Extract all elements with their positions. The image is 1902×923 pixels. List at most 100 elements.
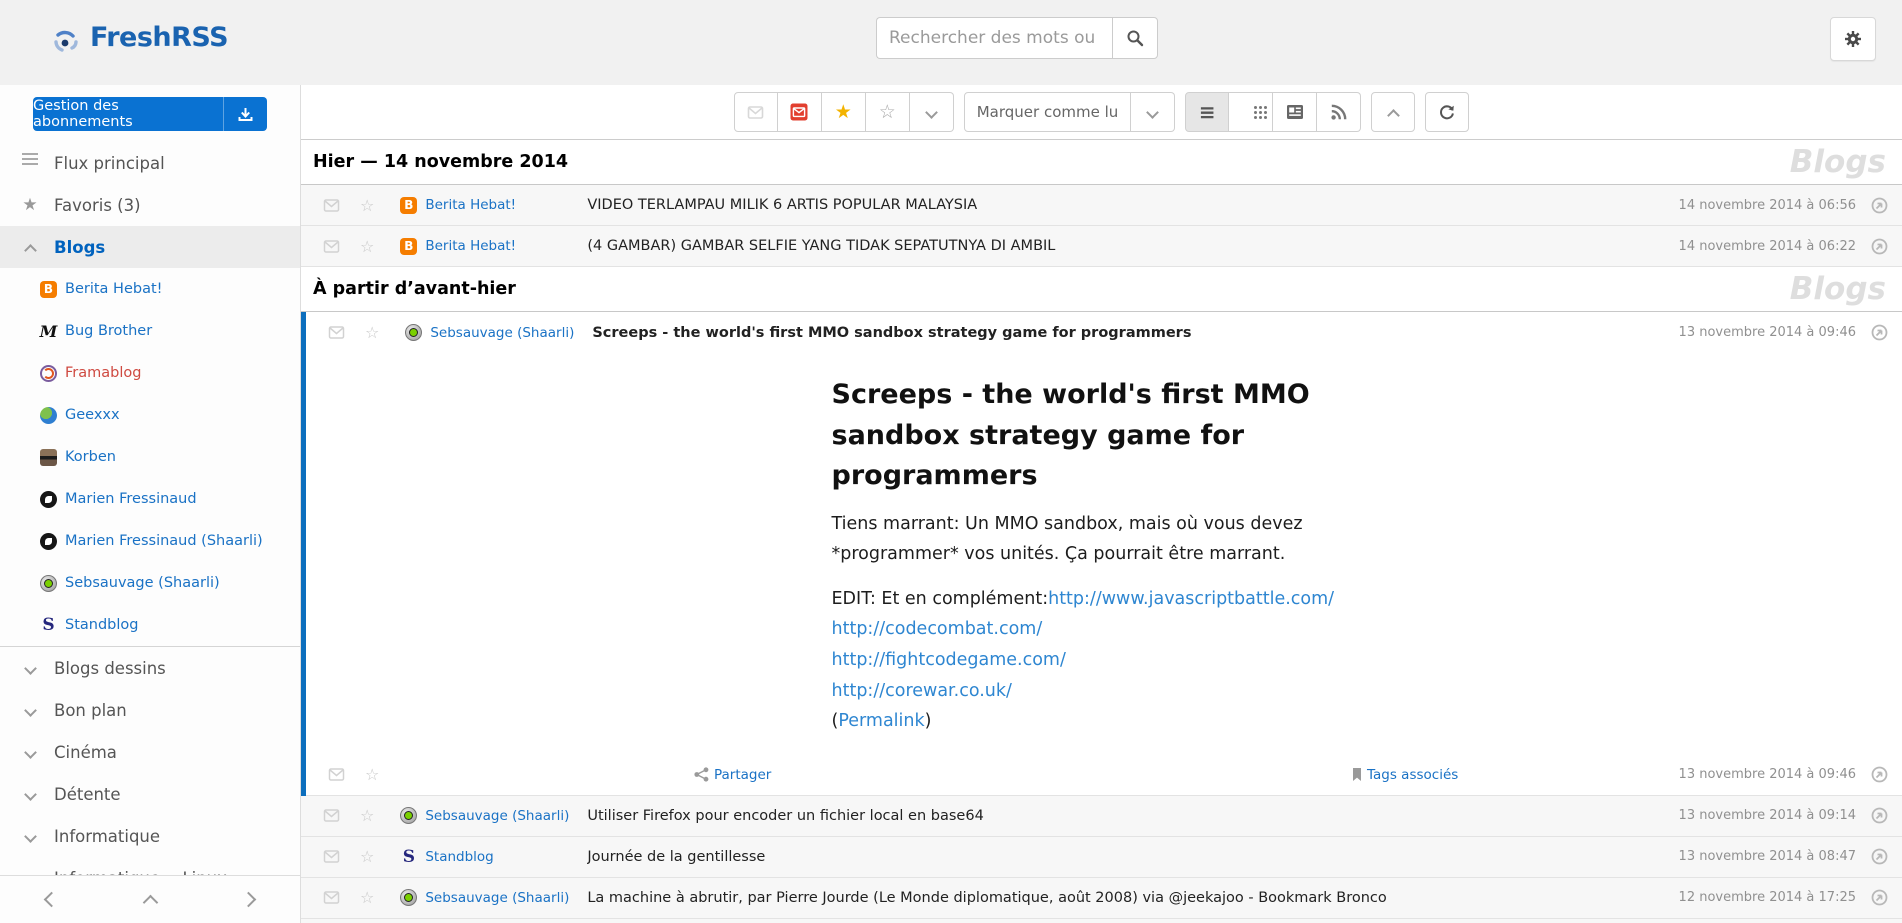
- app-logo[interactable]: FreshRSS: [52, 22, 228, 53]
- sidebar-item-favoris[interactable]: ★ Favoris (3): [0, 184, 300, 226]
- favorite-star-icon[interactable]: ☆: [360, 237, 374, 256]
- chevron-down-icon: [20, 832, 40, 841]
- pager-previous-icon[interactable]: [44, 892, 60, 908]
- feed-name-link[interactable]: Sebsauvage (Shaarli): [430, 325, 592, 341]
- sidebar-feed-item[interactable]: Berita Hebat!: [0, 268, 300, 310]
- feed-link[interactable]: Geexxx: [65, 407, 120, 423]
- original-link-icon[interactable]: [1871, 324, 1888, 341]
- article-link[interactable]: http://codecombat.com/: [832, 614, 1377, 645]
- sidebar-category-item[interactable]: Informatique: [0, 815, 300, 857]
- pager-next-icon[interactable]: [241, 892, 257, 908]
- feed-link[interactable]: Framablog: [65, 365, 141, 381]
- entry-row[interactable]: ☆ Standblog 10 ans de Firefox 12 novembr…: [301, 919, 1902, 923]
- sidebar-feed-item[interactable]: Marien Fressinaud (Shaarli): [0, 520, 300, 562]
- grid-view-icon: [1254, 106, 1257, 109]
- scroll-top-button[interactable]: [1371, 92, 1415, 132]
- tags-button[interactable]: Tags associés: [1351, 767, 1458, 783]
- read-status-icon[interactable]: [323, 239, 340, 254]
- search-input[interactable]: [876, 17, 1112, 59]
- article-link[interactable]: http://corewar.co.uk/: [832, 676, 1377, 707]
- share-button[interactable]: Partager: [694, 767, 771, 783]
- original-link-icon[interactable]: [1871, 766, 1888, 783]
- feed-link[interactable]: Marien Fressinaud (Shaarli): [65, 533, 263, 549]
- original-link-icon[interactable]: [1871, 807, 1888, 824]
- feed-link[interactable]: Sebsauvage (Shaarli): [65, 575, 220, 591]
- feed-name-link[interactable]: Berita Hebat!: [425, 197, 587, 213]
- original-link-icon[interactable]: [1871, 848, 1888, 865]
- sidebar-category-item[interactable]: Blogs dessins: [0, 647, 300, 689]
- refresh-button[interactable]: [1425, 92, 1469, 132]
- article-content: Screeps - the world's first MMO sandbox …: [306, 353, 1902, 755]
- feed-link[interactable]: Bug Brother: [65, 323, 152, 339]
- filter-not-favorite-button[interactable]: ☆: [866, 92, 910, 132]
- sidebar-feed-item[interactable]: Standblog: [0, 604, 300, 646]
- filter-favorites-button[interactable]: ★: [822, 92, 866, 132]
- original-link-icon[interactable]: [1871, 197, 1888, 214]
- import-export-icon[interactable]: [223, 97, 267, 131]
- tag-icon: [1351, 767, 1363, 782]
- sidebar-feed-item[interactable]: Geexxx: [0, 394, 300, 436]
- sidebar-category-item[interactable]: Cinéma: [0, 731, 300, 773]
- entry-row[interactable]: ☆ Sebsauvage (Shaarli) La machine à abru…: [301, 878, 1902, 919]
- feed-link[interactable]: Berita Hebat!: [65, 281, 162, 297]
- read-status-icon[interactable]: [323, 198, 340, 213]
- sidebar-feed-item[interactable]: Sebsauvage (Shaarli): [0, 562, 300, 604]
- read-status-icon[interactable]: [328, 325, 345, 340]
- feed-name-link[interactable]: Berita Hebat!: [425, 238, 587, 254]
- article-link[interactable]: http://fightcodegame.com/: [832, 645, 1377, 676]
- chevron-down-icon: [20, 790, 40, 799]
- sidebar-category-item[interactable]: Bon plan: [0, 689, 300, 731]
- search-button[interactable]: [1112, 17, 1158, 59]
- sidebar-category-blogs[interactable]: Blogs: [0, 226, 300, 268]
- favorite-star-icon[interactable]: ☆: [360, 847, 374, 866]
- read-status-icon[interactable]: [328, 767, 345, 782]
- view-rss-button[interactable]: [1317, 92, 1361, 132]
- chevron-down-icon: [20, 706, 40, 715]
- sidebar-item-label: Blogs: [54, 238, 105, 257]
- article-link[interactable]: http://www.javascriptbattle.com/: [1048, 589, 1334, 609]
- sidebar-feed-item[interactable]: Marien Fressinaud: [0, 478, 300, 520]
- favorite-star-icon[interactable]: ☆: [360, 196, 374, 215]
- sidebar-category-item[interactable]: Détente: [0, 773, 300, 815]
- view-reader-button[interactable]: [1273, 92, 1317, 132]
- pager-top-icon[interactable]: [142, 895, 158, 911]
- entry-date: 13 novembre 2014 à 09:14: [1679, 808, 1856, 823]
- mark-as-read-button[interactable]: Marquer comme lu: [964, 92, 1132, 132]
- feed-link[interactable]: Korben: [65, 449, 116, 465]
- filter-unread-button[interactable]: [778, 92, 822, 132]
- entry-row[interactable]: ☆ Standblog Journée de la gentillesse 13…: [301, 837, 1902, 878]
- feed-name-link[interactable]: Sebsauvage (Shaarli): [425, 808, 587, 824]
- feed-link[interactable]: Standblog: [65, 617, 138, 633]
- filter-dropdown-button[interactable]: [910, 92, 954, 132]
- entry-row-expanded[interactable]: ☆ Sebsauvage (Shaarli) Screeps - the wor…: [306, 312, 1902, 353]
- favorite-star-icon[interactable]: ☆: [360, 888, 374, 907]
- entry-row[interactable]: ☆ Berita Hebat! (4 GAMBAR) GAMBAR SELFIE…: [301, 226, 1902, 267]
- favorite-star-icon[interactable]: ☆: [360, 806, 374, 825]
- sidebar-feed-item[interactable]: Framablog: [0, 352, 300, 394]
- feed-favicon: [400, 807, 417, 824]
- mark-read-dropdown-button[interactable]: [1131, 92, 1175, 132]
- category-label: Détente: [54, 785, 121, 804]
- read-status-icon[interactable]: [323, 849, 340, 864]
- view-list-button[interactable]: ≡: [1185, 92, 1229, 132]
- favorite-star-icon[interactable]: ☆: [365, 765, 379, 784]
- entry-row[interactable]: ☆ Sebsauvage (Shaarli) Utiliser Firefox …: [301, 796, 1902, 837]
- sidebar-item-flux-principal[interactable]: Flux principal: [0, 142, 300, 184]
- sidebar-feed-item[interactable]: Bug Brother: [0, 310, 300, 352]
- read-status-icon[interactable]: [323, 808, 340, 823]
- original-link-icon[interactable]: [1871, 238, 1888, 255]
- feed-name-link[interactable]: Sebsauvage (Shaarli): [425, 890, 587, 906]
- feed-link[interactable]: Marien Fressinaud: [65, 491, 197, 507]
- sidebar-feed-item[interactable]: Korben: [0, 436, 300, 478]
- feed-name-link[interactable]: Standblog: [425, 849, 587, 865]
- manage-subscriptions-button[interactable]: Gestion des abonnements: [33, 97, 267, 131]
- read-status-icon[interactable]: [323, 890, 340, 905]
- favorite-star-icon[interactable]: ☆: [365, 323, 379, 342]
- filter-all-button[interactable]: [734, 92, 778, 132]
- permalink-link[interactable]: Permalink: [838, 711, 924, 731]
- original-link-icon[interactable]: [1871, 889, 1888, 906]
- entry-row[interactable]: ☆ Berita Hebat! VIDEO TERLAMPAU MILIK 6 …: [301, 185, 1902, 226]
- view-global-button[interactable]: [1229, 92, 1273, 132]
- category-watermark: Blogs: [1790, 271, 1886, 307]
- settings-button[interactable]: [1830, 17, 1876, 61]
